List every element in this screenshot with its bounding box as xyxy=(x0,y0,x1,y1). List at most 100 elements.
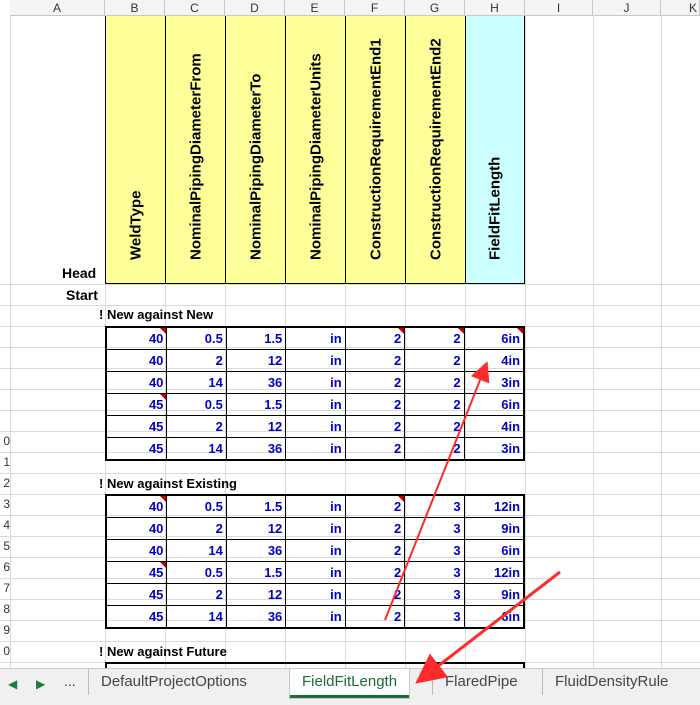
table-cell[interactable]: 45 xyxy=(107,606,166,627)
previous-sheet-icon[interactable]: ◀ xyxy=(8,677,17,691)
column-header-b[interactable]: B xyxy=(105,0,165,16)
row-number[interactable]: 6 xyxy=(0,557,10,578)
more-sheets-button[interactable]: ... xyxy=(64,673,76,689)
table-cell[interactable]: 2 xyxy=(344,416,404,437)
table-cell[interactable]: 2 xyxy=(344,584,404,605)
table-cell[interactable]: 2 xyxy=(344,328,405,349)
table-cell[interactable]: 36 xyxy=(225,606,285,627)
table-cell[interactable]: 2 xyxy=(166,584,225,605)
table-cell[interactable]: 12in xyxy=(463,496,523,517)
row-number[interactable]: 7 xyxy=(0,578,10,599)
tab-defaultprojectoptions[interactable]: DefaultProjectOptions xyxy=(88,669,259,695)
table-cell[interactable]: 3 xyxy=(404,562,463,583)
table-cell[interactable]: 0.5 xyxy=(166,496,225,517)
table-cell[interactable]: 2 xyxy=(344,606,404,627)
table-cell[interactable]: 6in xyxy=(463,394,523,415)
table-cell[interactable]: 2 xyxy=(166,416,225,437)
table-cell[interactable]: 2 xyxy=(344,562,404,583)
table-cell[interactable]: 1.5 xyxy=(225,328,285,349)
table-cell[interactable]: 2 xyxy=(344,372,404,393)
table-cell[interactable]: 2 xyxy=(404,394,463,415)
column-header-i[interactable]: I xyxy=(525,0,593,16)
table-cell[interactable]: 45 xyxy=(107,562,167,583)
table-cell[interactable]: 2 xyxy=(344,540,404,561)
row-number[interactable]: 0 xyxy=(0,641,10,662)
row-number[interactable]: 3 xyxy=(0,494,10,515)
tab-flaredpipe[interactable]: FlaredPipe xyxy=(432,669,530,695)
table-cell[interactable]: 9in xyxy=(463,584,523,605)
table-cell[interactable]: 0.5 xyxy=(166,562,225,583)
table-cell[interactable]: 40 xyxy=(107,350,166,371)
table-cell[interactable]: 9in xyxy=(463,518,523,539)
row-number[interactable]: 4 xyxy=(0,515,10,536)
table-cell[interactable]: 2 xyxy=(404,438,463,459)
table-cell[interactable]: 2 xyxy=(344,518,404,539)
table-cell[interactable]: 6in xyxy=(463,606,523,627)
header-cell-construction-end2[interactable]: ConstructionRequirementEnd2 xyxy=(405,16,465,284)
table-cell[interactable]: 1.5 xyxy=(225,562,285,583)
row-number[interactable]: 9 xyxy=(0,620,10,641)
table-cell[interactable]: 2 xyxy=(404,416,463,437)
table-cell[interactable]: 2 xyxy=(404,328,465,349)
table-cell[interactable]: 2 xyxy=(344,350,404,371)
table-cell[interactable]: 14 xyxy=(166,540,225,561)
table-cell[interactable]: 14 xyxy=(166,438,225,459)
table-cell[interactable]: 4in xyxy=(463,416,523,437)
table-cell[interactable]: in xyxy=(285,540,344,561)
table-cell[interactable]: 45 xyxy=(107,416,166,437)
table-cell[interactable]: 36 xyxy=(225,438,285,459)
column-header-d[interactable]: D xyxy=(225,0,285,16)
column-header-e[interactable]: E xyxy=(285,0,345,16)
header-cell-nominal-from[interactable]: NominalPipingDiameterFrom xyxy=(165,16,225,284)
table-cell[interactable]: 12 xyxy=(225,584,285,605)
table-cell[interactable]: 2 xyxy=(344,394,404,415)
table-cell[interactable]: 12 xyxy=(225,350,285,371)
column-header-g[interactable]: G xyxy=(405,0,465,16)
table-cell[interactable]: 2 xyxy=(166,350,225,371)
table-cell[interactable]: 3 xyxy=(404,584,463,605)
table-cell[interactable]: 45 xyxy=(107,394,167,415)
table-cell[interactable]: 12in xyxy=(463,562,523,583)
column-header-h[interactable]: H xyxy=(465,0,525,16)
table-cell[interactable]: 12 xyxy=(225,518,285,539)
table-cell[interactable]: 2 xyxy=(166,518,225,539)
column-header-a[interactable]: A xyxy=(10,0,105,16)
table-cell[interactable]: 3 xyxy=(404,540,463,561)
header-cell-nominal-to[interactable]: NominalPipingDiameterTo xyxy=(225,16,285,284)
row-number[interactable]: 1 xyxy=(0,452,10,473)
table-cell[interactable]: 40 xyxy=(107,518,166,539)
table-cell[interactable]: 40 xyxy=(107,372,166,393)
header-cell-nominal-units[interactable]: NominalPipingDiameterUnits xyxy=(285,16,345,284)
table-cell[interactable]: in xyxy=(285,394,344,415)
column-header-j[interactable]: J xyxy=(593,0,661,16)
table-cell[interactable]: 45 xyxy=(107,438,166,459)
table-cell[interactable]: in xyxy=(285,350,344,371)
table-cell[interactable]: in xyxy=(285,584,344,605)
row-number[interactable]: 5 xyxy=(0,536,10,557)
table-cell[interactable]: 6in xyxy=(463,328,524,349)
table-cell[interactable]: 3 xyxy=(404,606,463,627)
tab-fieldfitlength[interactable]: FieldFitLength xyxy=(290,669,410,698)
table-cell[interactable]: in xyxy=(285,496,344,517)
table-cell[interactable]: 0.5 xyxy=(166,328,225,349)
table-cell[interactable]: 14 xyxy=(166,372,225,393)
table-cell[interactable]: 36 xyxy=(225,372,285,393)
table-cell[interactable]: in xyxy=(285,416,344,437)
tab-fluiddensityrule[interactable]: FluidDensityRule xyxy=(542,669,680,695)
table-cell[interactable]: 12 xyxy=(225,416,285,437)
table-cell[interactable]: 2 xyxy=(404,372,463,393)
table-cell[interactable]: 0.5 xyxy=(166,394,225,415)
next-sheet-icon[interactable]: ▶ xyxy=(36,677,45,691)
header-cell-fieldfitlength[interactable]: FieldFitLength xyxy=(465,16,525,284)
table-cell[interactable]: 6in xyxy=(463,540,523,561)
table-cell[interactable]: in xyxy=(285,372,344,393)
table-cell[interactable]: 2 xyxy=(344,438,404,459)
table-cell[interactable]: in xyxy=(285,438,344,459)
column-header-f[interactable]: F xyxy=(345,0,405,16)
table-cell[interactable]: 14 xyxy=(166,606,225,627)
table-cell[interactable]: in xyxy=(285,562,344,583)
table-cell[interactable]: 1.5 xyxy=(225,496,285,517)
header-cell-construction-end1[interactable]: ConstructionRequirementEnd1 xyxy=(345,16,405,284)
table-cell[interactable]: 2 xyxy=(404,350,463,371)
table-cell[interactable]: 4in xyxy=(463,350,523,371)
